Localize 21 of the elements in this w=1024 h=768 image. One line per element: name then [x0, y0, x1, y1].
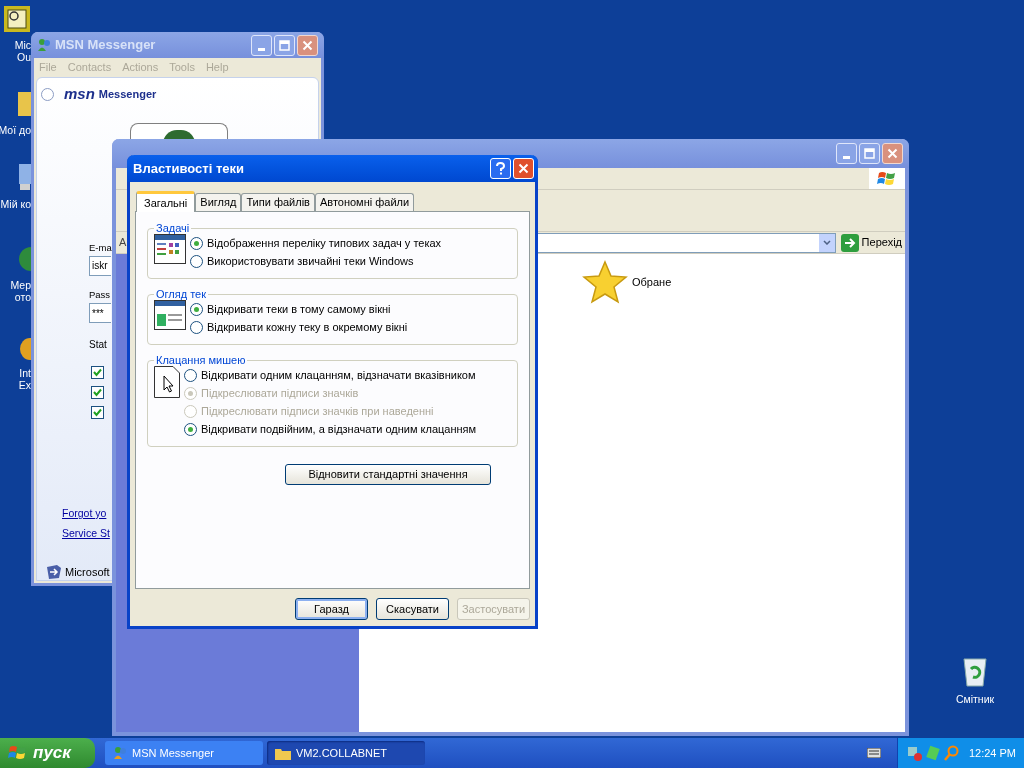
option-label: Підкреслювати підписи значків: [201, 385, 359, 401]
address-label: А: [118, 235, 128, 251]
option-label: Відкривати подвійним, а відзначати одним клацанням: [201, 421, 477, 437]
clock: 12:24 PM: [968, 745, 1016, 761]
option-label: Відкривати кожну теку в окремому вікні: [207, 319, 408, 335]
group-legend: Клацання мишею: [154, 354, 248, 366]
window-title: Властивості теки: [133, 159, 245, 178]
group-legend: Огляд тек: [154, 288, 209, 300]
group-legend: Задачі: [154, 222, 192, 234]
product-name: Messenger: [98, 87, 157, 102]
microsoft-label: Microsoft: [65, 564, 110, 580]
msn-logo: msn: [64, 84, 95, 104]
window-title: MSN Messenger: [55, 36, 157, 55]
field-label: Stat: [89, 338, 107, 352]
option-label: Відкривати теки в тому самому вікні: [207, 301, 391, 317]
option-label: Підкреслювати підписи значків при наведенні: [201, 403, 434, 419]
option-label: Відкривати одним клацанням, відзначати вказівником: [201, 367, 476, 383]
option-label: Відображення переліку типових задач у теках: [207, 235, 442, 251]
field-label: E-ma: [89, 240, 112, 255]
field-label: Pass: [89, 287, 111, 302]
option-label: Використовувати звичайні теки Windows: [207, 253, 414, 269]
